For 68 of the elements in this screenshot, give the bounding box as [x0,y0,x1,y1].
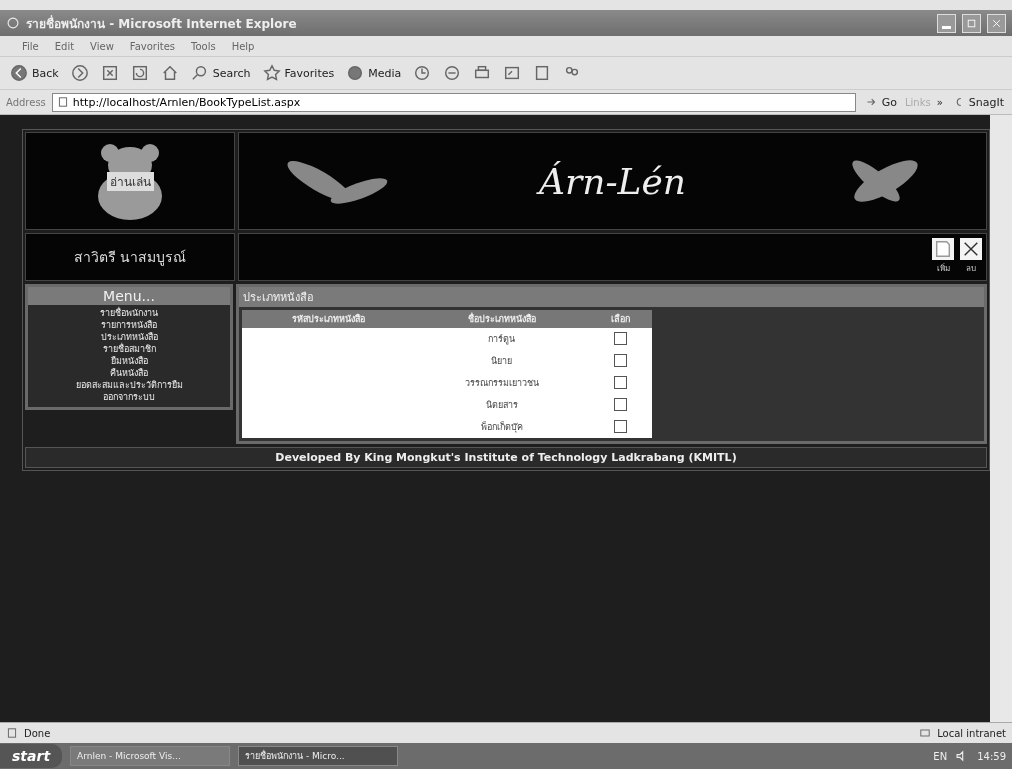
network-icon [919,727,932,739]
taskbar-button[interactable]: รายชื่อพนักงาน - Micro... [238,746,399,766]
minimize-icon [942,25,951,29]
menu-item[interactable]: Favorites [129,40,175,52]
snagit-button[interactable]: SnagIt [948,93,1006,111]
menu-link[interactable]: คืนหนังสือ [110,367,148,379]
go-button[interactable]: Go [861,93,899,111]
checkbox[interactable] [614,353,628,367]
column-header: เลือก [589,310,652,328]
menu-link[interactable]: รายชื่อสมาชิก [102,343,156,355]
page-icon [56,96,69,108]
table-cell: พ็อกเก็ตบุ๊ค [414,416,590,438]
zone-text: Local intranet [937,727,1006,739]
menu-item[interactable]: Tools [191,40,216,52]
close-icon [962,240,980,258]
language-indicator[interactable]: EN [933,750,948,762]
page-icon [6,727,18,739]
menu-link[interactable]: รายชื่อพนักงาน [100,307,158,319]
checkbox[interactable] [614,331,628,345]
window-title: รายชื่อพนักงาน - Microsoft Internet Explore [26,14,298,33]
column-header: รหัสประเภทหนังสือ [242,310,415,328]
search-button[interactable]: Search [188,62,253,84]
footer-text: Developed By King Mongkut's Institute of Technology Ladkrabang (KMITL) [25,447,987,468]
menu-title: Menu... [28,287,230,305]
address-field[interactable]: http://localhost/Arnlen/BookTypeList.aspx [51,92,856,112]
table-cell: การ์ตูน [414,328,590,350]
checkbox[interactable] [614,419,628,433]
panel-title: ประเภทหนังสือ [239,287,984,307]
favorites-button[interactable]: Favorites [260,62,337,84]
chevron[interactable]: » [936,96,943,108]
star-icon [262,64,281,82]
table-cell: นิตยสาร [414,394,590,416]
history-icon [413,64,432,82]
page-icon [934,240,952,258]
column-header: ชื่อประเภทหนังสือ [414,310,590,328]
table-cell: วรรณกรรมเยาวชน [414,372,590,394]
menu-item[interactable]: Edit [54,40,75,52]
search-icon [190,64,209,82]
user-name: สาวิตรี นาสมบูรณ์ [73,248,187,268]
refresh-icon [130,64,149,82]
menu-item[interactable]: File [22,40,39,52]
menu-link[interactable]: ออกจากระบบ [103,391,155,403]
checkbox[interactable] [614,375,628,389]
status-text: Done [24,727,51,739]
menu-link[interactable]: ยอดสะสมและประวัติการยืม [75,379,183,391]
clock: 14:59 [977,750,1006,762]
close-icon [991,17,1002,29]
menu-item[interactable]: View [90,40,114,52]
media-icon [346,64,365,82]
minimize-button[interactable] [937,13,956,33]
stop-icon [100,64,119,82]
table-cell: นิยาย [414,350,590,372]
menu-link[interactable]: ประเภทหนังสือ [100,331,158,343]
menu-item[interactable]: Help [231,40,255,52]
edit-icon [503,64,522,82]
maximize-button[interactable] [962,13,981,33]
checkbox[interactable] [614,397,628,411]
address-label: Address [6,96,46,108]
home-icon [160,64,179,82]
media-button[interactable]: Media [344,62,404,84]
menu-link[interactable]: รายการหนังสือ [101,319,157,331]
start-button[interactable]: start [0,744,63,768]
scrollbar[interactable] [990,115,1012,722]
close-button[interactable] [987,13,1006,33]
taskbar-button[interactable]: Arnlen - Microsoft Vis... [70,746,231,766]
menu-link[interactable]: ยืมหนังสือ [110,355,148,367]
maximize-icon [966,17,977,29]
back-button[interactable]: Back [8,62,61,84]
